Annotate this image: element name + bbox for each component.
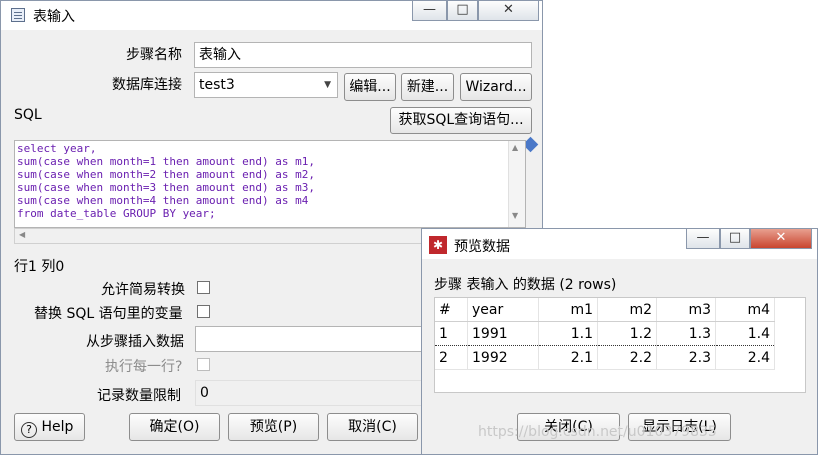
sql-vertical-scrollbar[interactable]: ▲ ▼ xyxy=(508,141,525,227)
table-cell[interactable]: 1991 xyxy=(467,321,539,346)
grid-header-row: # year m1 m2 m3 m4 xyxy=(435,298,775,322)
preview-window-title: 预览数据 xyxy=(454,239,510,255)
preview-data-grid[interactable]: # year m1 m2 m3 m4 1 1991 1.1 1.2 1.3 1.4 2 1992 2.1 2… xyxy=(434,297,806,393)
get-sql-button[interactable]: 获取SQL查询语句... xyxy=(390,107,532,134)
grid-column-header[interactable]: m3 xyxy=(656,298,716,322)
execute-each-row-checkbox[interactable] xyxy=(197,358,210,371)
preview-maximize-button[interactable]: □ xyxy=(720,229,750,249)
sql-line: sum(case when month=1 then amount end) a… xyxy=(17,155,316,168)
table-cell[interactable]: 1.2 xyxy=(597,321,657,346)
grid-column-header[interactable]: m2 xyxy=(597,298,657,322)
db-connection-value: test3 xyxy=(199,77,235,93)
preview-button[interactable]: 预览(P) xyxy=(228,413,319,441)
table-cell[interactable]: 1.3 xyxy=(656,321,716,346)
watermark: https://blog.csdn.net/u010379835 xyxy=(478,424,717,440)
edit-connection-button[interactable]: 编辑... xyxy=(344,73,396,101)
lazy-conversion-label: 允许简易转换 xyxy=(101,282,185,298)
record-limit-label: 记录数量限制 xyxy=(97,388,181,404)
table-cell[interactable]: 1.1 xyxy=(538,321,598,346)
table-cell[interactable]: 1992 xyxy=(467,345,539,370)
insert-from-step-select[interactable] xyxy=(195,326,425,352)
preview-title-bar[interactable]: ✱ 预览数据 — □ ✕ xyxy=(422,229,817,259)
chevron-down-icon[interactable]: ▼ xyxy=(324,73,331,97)
step-name-label: 步骤名称 xyxy=(126,47,182,63)
preview-data-dialog: ✱ 预览数据 — □ ✕ 步骤 表输入 的数据 (2 rows) # year m1… xyxy=(421,228,818,455)
help-button-label: Help xyxy=(41,419,74,435)
help-button[interactable]: ? Help xyxy=(14,413,85,441)
ok-button[interactable]: 确定(O) xyxy=(129,413,220,441)
db-connection-select[interactable]: test3 ▼ xyxy=(194,72,338,98)
sql-line: select year, xyxy=(17,142,97,155)
grid-column-header[interactable]: m1 xyxy=(538,298,598,322)
execute-each-row-label: 执行每一行? xyxy=(105,359,183,375)
replace-variables-label: 替换 SQL 语句里的变量 xyxy=(34,306,183,322)
scroll-up-icon[interactable]: ▲ xyxy=(512,143,518,152)
replace-variables-checkbox[interactable] xyxy=(197,305,210,318)
table-cell[interactable]: 1 xyxy=(435,321,468,346)
table-cell[interactable]: 2.3 xyxy=(656,345,716,370)
lazy-conversion-checkbox[interactable] xyxy=(197,281,210,294)
help-icon: ? xyxy=(21,422,37,438)
table-cell[interactable]: 2.2 xyxy=(597,345,657,370)
scroll-left-icon[interactable]: ◀ xyxy=(19,230,25,239)
maximize-button[interactable]: □ xyxy=(447,1,478,21)
close-button[interactable]: ✕ xyxy=(478,1,539,21)
scroll-down-icon[interactable]: ▼ xyxy=(512,211,518,220)
grid-column-header[interactable]: # xyxy=(435,298,468,322)
cursor-position: 行1 列0 xyxy=(14,259,65,275)
sql-line: from date_table GROUP BY year; xyxy=(17,207,216,220)
insert-from-step-label: 从步骤插入数据 xyxy=(86,334,184,350)
preview-caption: 步骤 表输入 的数据 (2 rows) xyxy=(434,277,617,293)
wizard-button[interactable]: Wizard... xyxy=(460,73,532,101)
table-cell[interactable]: 2 xyxy=(435,345,468,370)
table-cell[interactable]: 1.4 xyxy=(715,321,775,346)
minimize-button[interactable]: — xyxy=(412,1,447,21)
grid-column-header[interactable]: year xyxy=(467,298,539,322)
preview-close-button[interactable]: ✕ xyxy=(750,229,812,249)
sql-line: sum(case when month=3 then amount end) a… xyxy=(17,181,316,194)
preview-minimize-button[interactable]: — xyxy=(686,229,720,249)
new-connection-button[interactable]: 新建... xyxy=(401,73,454,101)
table-icon xyxy=(11,8,25,22)
record-limit-input[interactable]: 0 xyxy=(195,380,425,406)
grid-column-header[interactable]: m4 xyxy=(715,298,775,322)
table-cell[interactable]: 2.4 xyxy=(715,345,775,370)
sql-label: SQL xyxy=(14,107,42,123)
db-connection-label: 数据库连接 xyxy=(112,77,182,93)
sql-editor[interactable]: select year, sum(case when month=1 then … xyxy=(14,140,526,228)
table-cell[interactable]: 2.1 xyxy=(538,345,598,370)
table-row[interactable]: 2 1992 2.1 2.2 2.3 2.4 xyxy=(435,345,775,370)
step-name-input[interactable]: 表输入 xyxy=(194,42,532,68)
sql-line: sum(case when month=4 then amount end) a… xyxy=(17,194,309,207)
window-title: 表输入 xyxy=(33,9,75,25)
table-row[interactable]: 1 1991 1.1 1.2 1.3 1.4 xyxy=(435,321,775,346)
kettle-icon: ✱ xyxy=(429,236,447,254)
title-bar[interactable]: 表输入 — □ ✕ xyxy=(1,1,542,30)
sql-code: select year, sum(case when month=1 then … xyxy=(17,142,315,220)
cancel-button[interactable]: 取消(C) xyxy=(327,413,418,441)
sql-line: sum(case when month=2 then amount end) a… xyxy=(17,168,316,181)
